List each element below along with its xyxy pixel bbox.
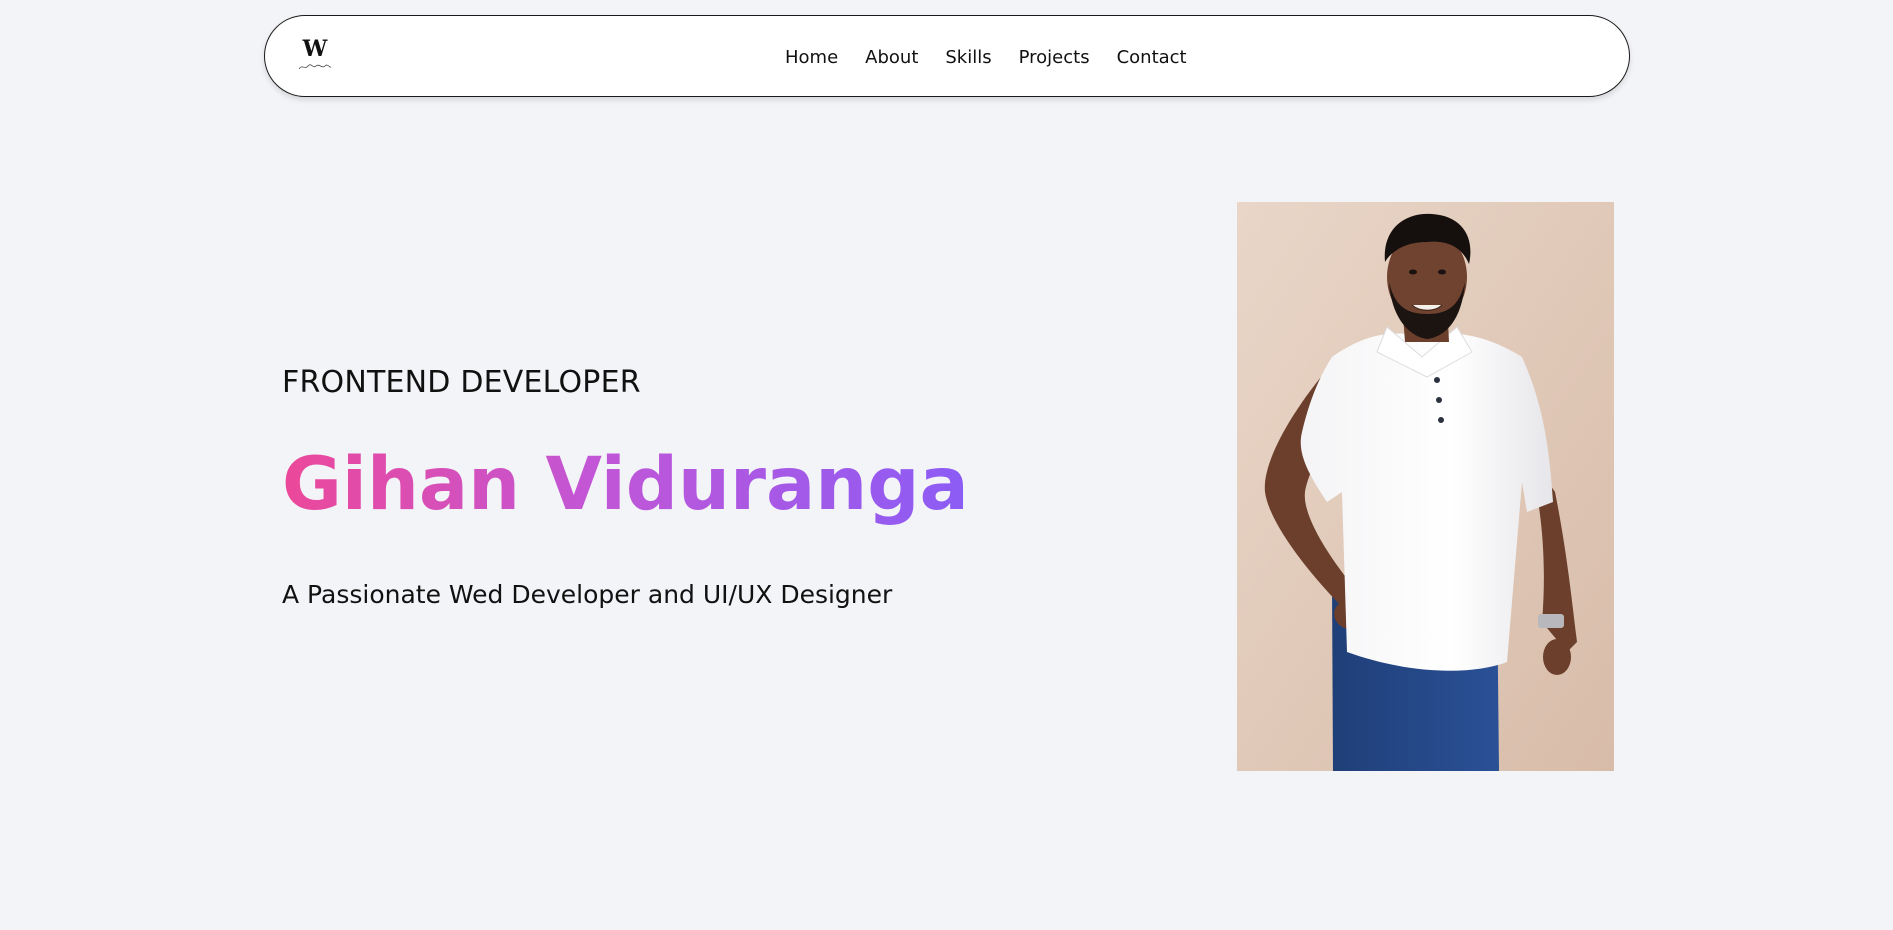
hero-section: FRONTEND DEVELOPER Gihan Viduranga A Pas… <box>282 355 1182 613</box>
nav-skills-link[interactable]: Skills <box>945 47 991 68</box>
nav-links: Home About Skills Projects Contact <box>785 16 1187 98</box>
signature-logo-icon <box>298 64 332 70</box>
logo[interactable]: W <box>297 36 333 76</box>
hero-name: Gihan Viduranga <box>282 437 969 533</box>
nav-projects-link[interactable]: Projects <box>1019 47 1090 68</box>
hero-role: FRONTEND DEVELOPER <box>282 365 641 400</box>
hero-tagline: A Passionate Wed Developer and UI/UX Des… <box>282 580 893 609</box>
portrait-illustration <box>1237 202 1614 771</box>
portrait-photo <box>1237 202 1614 771</box>
navbar: W Home About Skills Projects Contact <box>264 15 1630 97</box>
nav-contact-link[interactable]: Contact <box>1117 47 1187 68</box>
nav-about-link[interactable]: About <box>865 47 918 68</box>
logo-letter: W <box>302 36 328 62</box>
nav-home-link[interactable]: Home <box>785 47 838 68</box>
